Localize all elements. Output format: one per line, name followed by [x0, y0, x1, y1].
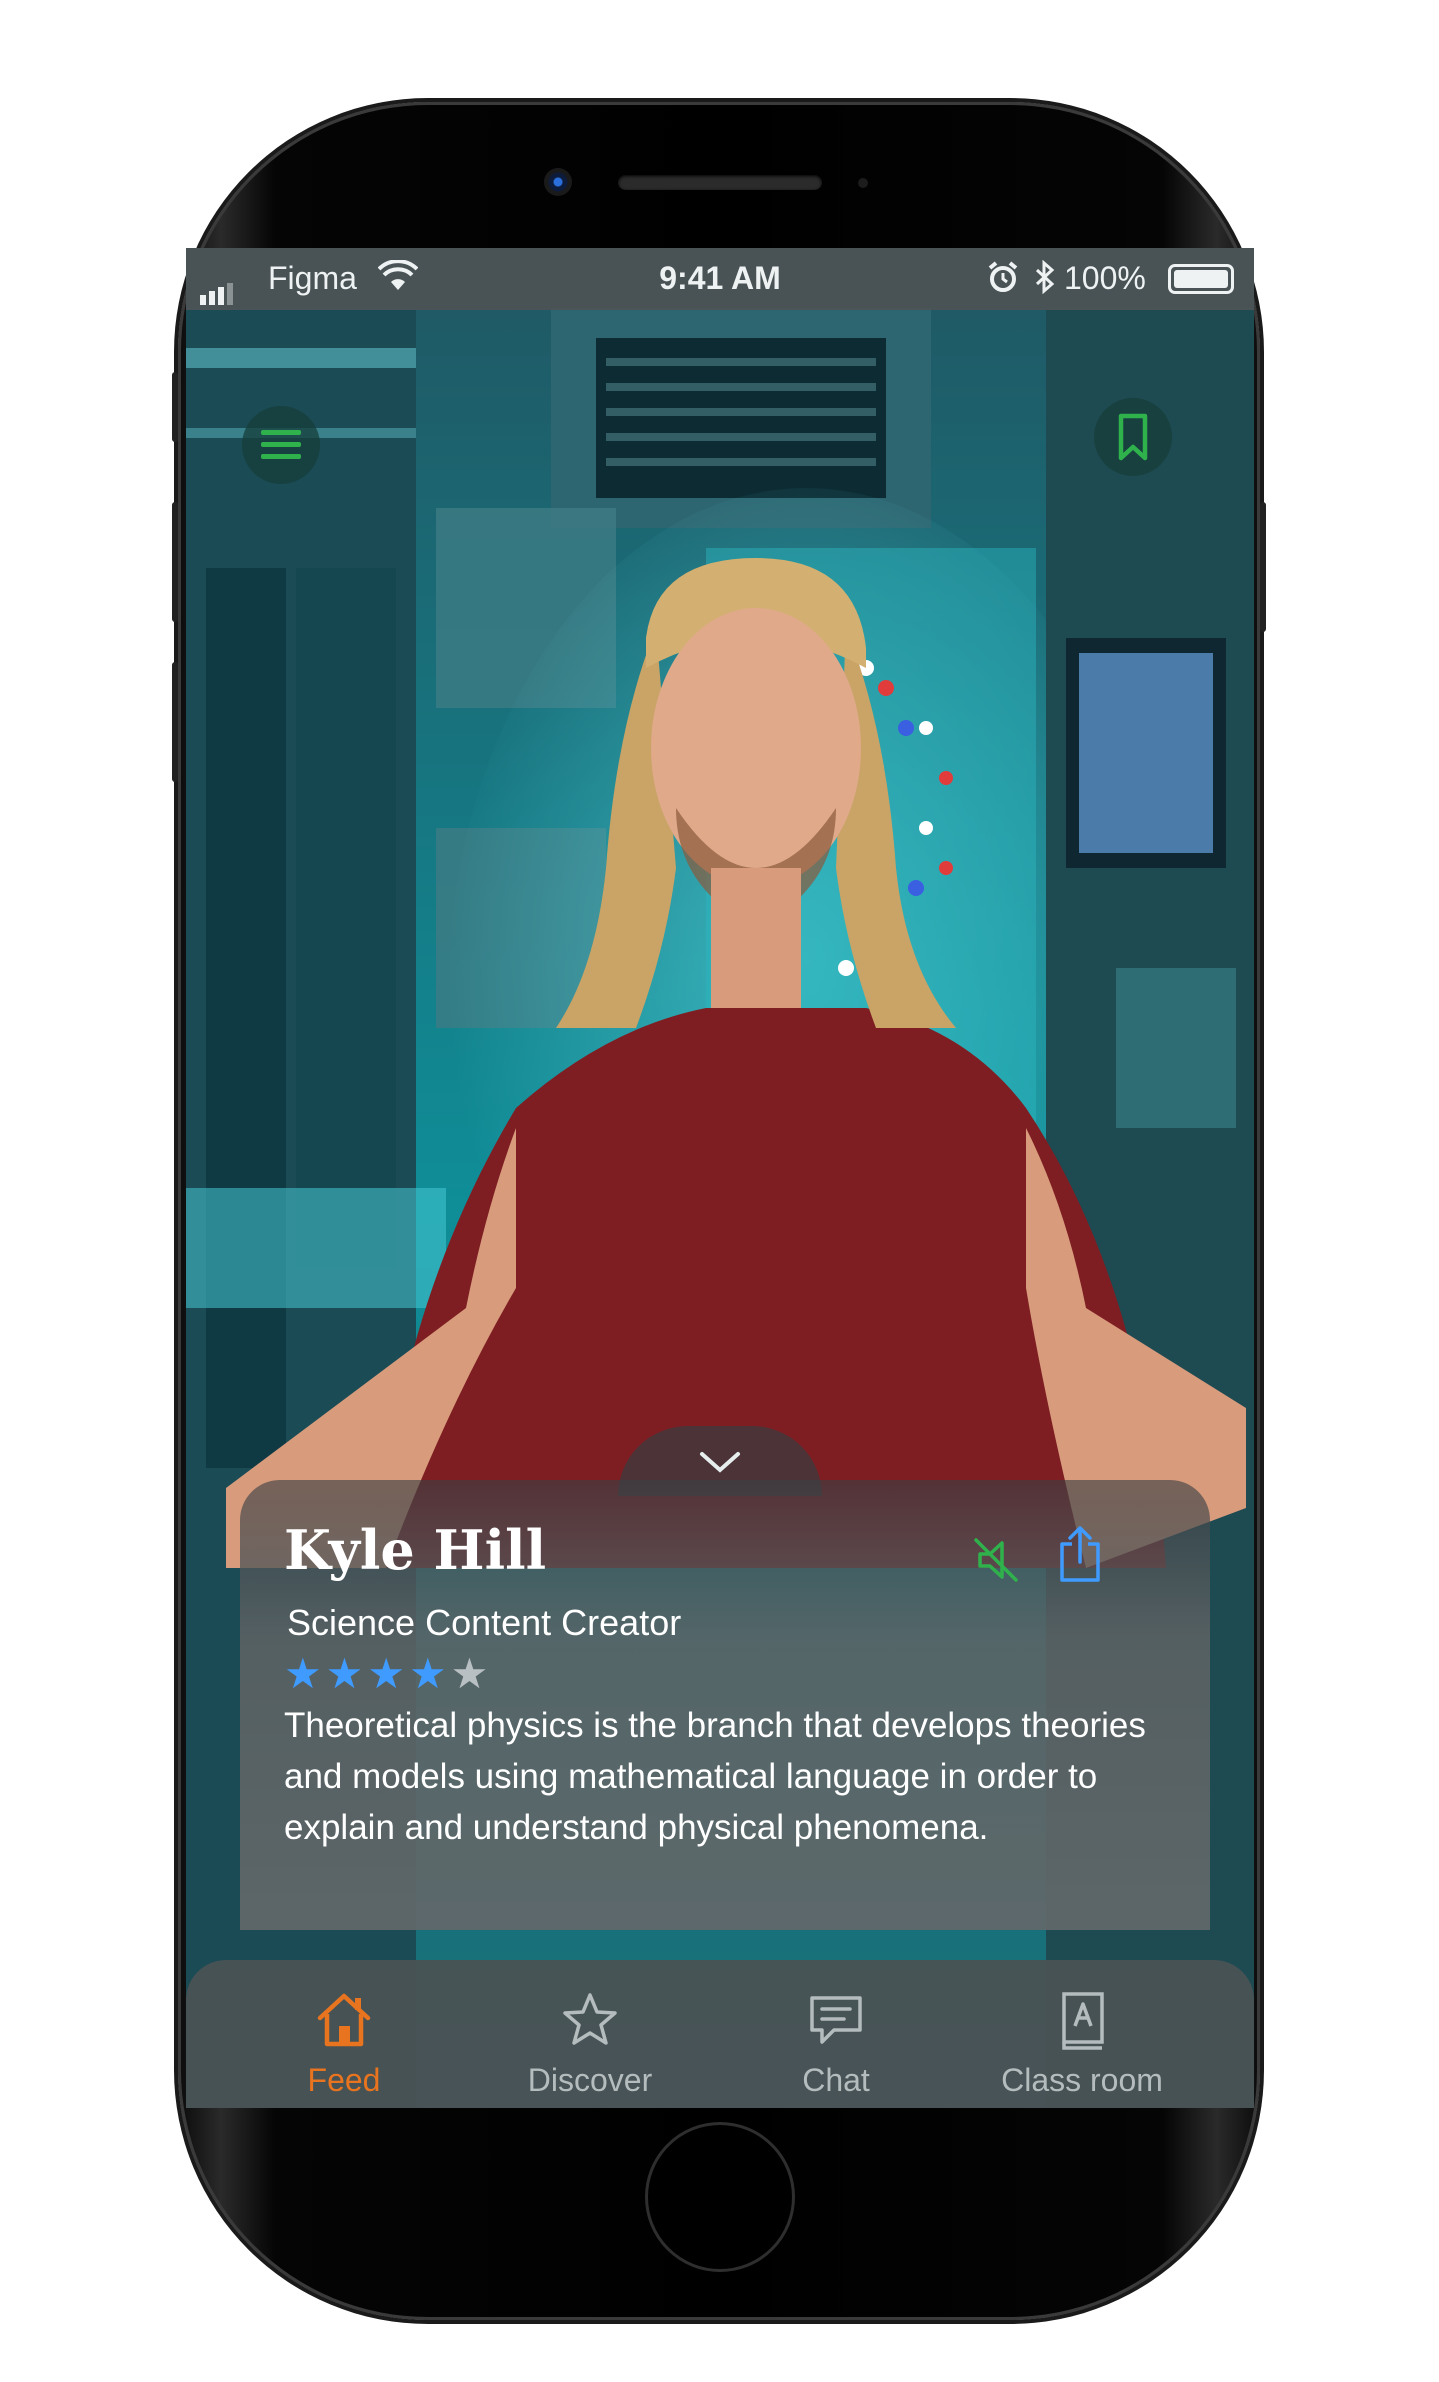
home-icon — [317, 1993, 371, 2047]
mute-button[interactable] — [968, 1532, 1024, 1593]
creator-name: Kyle Hill — [284, 1518, 547, 1582]
app-screen: Figma 9:41 AM 100% Kyle Hill Science Con… — [186, 248, 1254, 2108]
chevron-down-icon — [700, 1452, 740, 1473]
home-button[interactable] — [645, 2122, 795, 2272]
tab-class-room-label: Class room — [1001, 2062, 1163, 2098]
alarm-icon — [988, 261, 1018, 292]
hamburger-menu-icon — [261, 430, 301, 459]
rating-star-icon: ★ — [284, 1650, 322, 1697]
mute-switch — [172, 372, 178, 442]
tab-discover[interactable]: Discover — [490, 1960, 690, 2108]
rating-star-icon: ★ — [325, 1650, 364, 1697]
battery-icon — [1168, 264, 1234, 294]
book-icon — [1062, 1992, 1104, 2050]
tab-class-room[interactable]: Class room — [982, 1960, 1182, 2108]
front-camera — [544, 168, 572, 196]
rating-star-icon: ★ — [450, 1650, 489, 1697]
rating-star-icon: ★ — [408, 1650, 447, 1697]
tab-feed-label: Feed — [307, 2062, 381, 2098]
chat-bubble-icon — [810, 1996, 862, 2044]
tab-chat-label: Chat — [802, 2062, 870, 2098]
creator-description: Theoretical physics is the branch that d… — [284, 1706, 1146, 1847]
star-icon — [563, 1993, 617, 2045]
bookmark-button[interactable] — [1094, 398, 1172, 476]
bottom-tab-bar: Feed Discover Chat Class room — [186, 1960, 1254, 2108]
share-button[interactable] — [1052, 1522, 1108, 1591]
bluetooth-icon — [1035, 260, 1055, 294]
tab-feed[interactable]: Feed — [244, 1960, 444, 2108]
volume-down-button — [172, 662, 178, 782]
battery-percentage: 100% — [1064, 260, 1146, 296]
share-icon — [1060, 1526, 1100, 1582]
menu-button[interactable] — [242, 406, 320, 484]
tab-discover-label: Discover — [527, 2062, 653, 2098]
speaker-muted-icon — [974, 1538, 1018, 1582]
earpiece-speaker — [618, 175, 822, 190]
proximity-sensor — [858, 178, 868, 188]
bookmark-icon — [1118, 413, 1148, 461]
volume-up-button — [172, 502, 178, 622]
status-bar: Figma 9:41 AM 100% — [186, 248, 1254, 310]
creator-role: Science Content Creator — [287, 1602, 682, 1643]
star-rating: ★★★★★ — [284, 1652, 492, 1696]
power-button — [1260, 502, 1266, 632]
tab-chat[interactable]: Chat — [736, 1960, 936, 2108]
rating-star-icon: ★ — [367, 1650, 405, 1697]
